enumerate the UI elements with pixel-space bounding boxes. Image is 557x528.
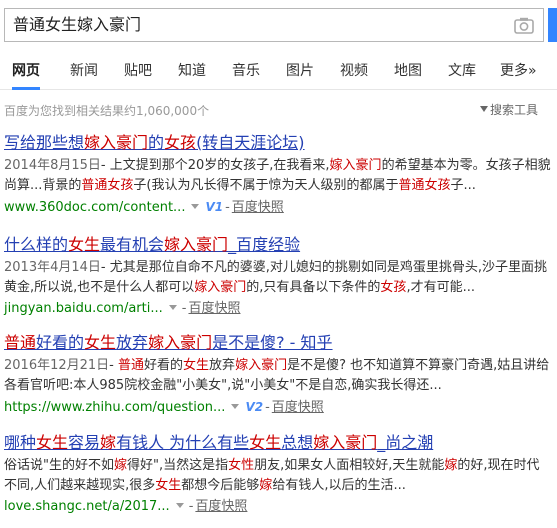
result-count: 百度为您找到相关结果约1,060,000个 — [4, 104, 210, 118]
result-url[interactable]: https://www.zhihu.com/question... — [4, 400, 225, 415]
result-abstract: 2016年12月21日- 普通好看的女生放弃嫁入豪门是不是傻? 也不知道算不算豪… — [4, 358, 550, 393]
search-button[interactable] — [548, 8, 557, 42]
result-meta: jingyan.baidu.com/arti... - 百度快照 — [4, 301, 241, 316]
result-date: 2014年8月15日 — [4, 158, 101, 173]
result-title-link[interactable]: 普通好看的女生放弃嫁入豪门是不是傻? - 知乎 — [4, 332, 557, 354]
search-tools-label: 搜索工具 — [490, 103, 539, 117]
tab-news[interactable]: 新闻 — [70, 60, 98, 90]
chevron-down-icon[interactable] — [175, 503, 184, 508]
result-meta: www.360doc.com/content... V1- 百度快照 — [4, 197, 557, 218]
camera-icon[interactable] — [514, 17, 534, 34]
search-tabs: 网页 新闻 贴吧 知道 音乐 图片 视频 地图 文库 更多» — [0, 56, 557, 90]
funnel-icon — [480, 106, 488, 112]
chevron-down-icon[interactable] — [168, 305, 177, 310]
result-title-link[interactable]: 哪种女生容易嫁有钱人 为什么有些女生总想嫁入豪门_尚之潮 — [4, 432, 557, 454]
result-url[interactable]: www.360doc.com/content... — [4, 200, 185, 215]
verified-badge-icon[interactable]: V1 — [205, 197, 223, 217]
result-abstract: 2013年4月14日- 尤其是那位自命不凡的婆婆,对儿媳妇的挑剔如同是鸡蛋里挑骨… — [4, 260, 547, 295]
result-item: 写给那些想嫁入豪门的女孩(转自天涯论坛) 2014年8月15日- 上文提到那个2… — [4, 132, 557, 218]
tab-map[interactable]: 地图 — [394, 60, 422, 90]
result-item: 哪种女生容易嫁有钱人 为什么有些女生总想嫁入豪门_尚之潮 俗话说"生的好不如嫁得… — [4, 432, 557, 517]
tab-more[interactable]: 更多» — [500, 60, 537, 90]
verified-badge-icon[interactable]: V2 — [245, 397, 263, 417]
result-date: 2013年4月14日 — [4, 260, 101, 275]
tab-music[interactable]: 音乐 — [232, 60, 260, 90]
tab-video[interactable]: 视频 — [340, 60, 368, 90]
tab-tieba[interactable]: 贴吧 — [124, 60, 152, 90]
result-abstract: 俗话说"生的好不如嫁得好",当然这是指女性朋友,如果女人面相较好,天生就能嫁的好… — [4, 458, 540, 493]
result-meta: https://www.zhihu.com/question... V2- 百度快照 — [4, 397, 557, 418]
tab-images[interactable]: 图片 — [286, 60, 314, 90]
result-title-link[interactable]: 写给那些想嫁入豪门的女孩(转自天涯论坛) — [4, 132, 557, 154]
chevron-down-icon[interactable] — [191, 204, 200, 209]
snapshot-link[interactable]: 百度快照 — [272, 400, 324, 415]
search-bar — [0, 0, 557, 48]
tab-web[interactable]: 网页 — [12, 60, 40, 90]
result-title-link[interactable]: 什么样的女生最有机会嫁入豪门_百度经验 — [4, 234, 557, 256]
search-box[interactable] — [4, 8, 544, 42]
result-item: 什么样的女生最有机会嫁入豪门_百度经验 2013年4月14日- 尤其是那位自命不… — [4, 234, 557, 319]
snapshot-link[interactable]: 百度快照 — [195, 499, 247, 514]
chevron-down-icon[interactable] — [231, 404, 240, 409]
tab-wenku[interactable]: 文库 — [448, 60, 476, 90]
snapshot-link[interactable]: 百度快照 — [188, 301, 240, 316]
result-item: 普通好看的女生放弃嫁入豪门是不是傻? - 知乎 2016年12月21日- 普通好… — [4, 332, 557, 418]
result-meta: love.shangc.net/a/2017... - 百度快照 — [4, 499, 248, 514]
search-results-page: 网页 新闻 贴吧 知道 音乐 图片 视频 地图 文库 更多» 百度为您找到相关结… — [0, 0, 557, 528]
result-abstract: 2014年8月15日- 上文提到那个20岁的女孩子,在我看来,嫁入豪门的希望基本… — [4, 158, 551, 193]
search-input[interactable] — [13, 14, 493, 36]
tab-zhidao[interactable]: 知道 — [178, 60, 206, 90]
snapshot-link[interactable]: 百度快照 — [232, 200, 284, 215]
search-tools-button[interactable]: 搜索工具 — [480, 101, 538, 118]
result-date: 2016年12月21日 — [4, 358, 110, 373]
result-url[interactable]: love.shangc.net/a/2017... — [4, 499, 170, 514]
result-url[interactable]: jingyan.baidu.com/arti... — [4, 301, 163, 316]
